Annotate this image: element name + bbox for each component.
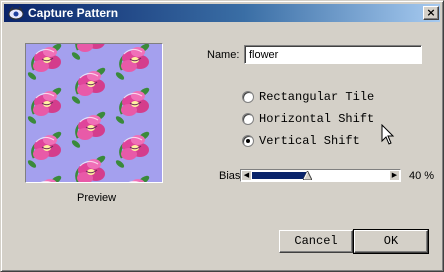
radio-label: Rectangular Tile bbox=[259, 90, 375, 104]
title-bar[interactable]: Capture Pattern × bbox=[4, 4, 440, 22]
slider-right-arrow-icon[interactable]: ▶ bbox=[390, 171, 399, 180]
mouse-pointer-icon bbox=[381, 123, 395, 149]
radio-label: Vertical Shift bbox=[259, 134, 360, 148]
bias-label: Bias bbox=[219, 170, 241, 182]
name-label: Name: bbox=[207, 49, 240, 61]
cancel-button[interactable]: Cancel bbox=[279, 230, 353, 253]
radio-button-icon[interactable] bbox=[242, 113, 254, 125]
app-icon bbox=[8, 5, 24, 21]
flower-pattern-image bbox=[26, 44, 162, 182]
bias-value: 40 % bbox=[409, 170, 435, 182]
capture-pattern-dialog: Capture Pattern × Preview Name: flower R… bbox=[0, 0, 444, 272]
preview-label: Preview bbox=[77, 192, 117, 204]
radio-label: Horizontal Shift bbox=[259, 112, 375, 126]
pattern-preview bbox=[25, 43, 163, 183]
window-title: Capture Pattern bbox=[28, 6, 119, 20]
radio-button-icon[interactable] bbox=[242, 91, 254, 103]
slider-fill bbox=[252, 172, 307, 179]
close-button[interactable]: × bbox=[423, 6, 439, 20]
radio-selected-dot bbox=[246, 139, 250, 143]
slider-thumb[interactable] bbox=[302, 169, 313, 181]
name-input[interactable] bbox=[244, 45, 422, 64]
slider-left-arrow-icon[interactable]: ◀ bbox=[242, 171, 251, 180]
ok-button[interactable]: OK bbox=[353, 229, 429, 254]
bias-slider[interactable]: ◀ ▶ bbox=[240, 169, 401, 182]
radio-button-icon[interactable] bbox=[242, 135, 254, 147]
